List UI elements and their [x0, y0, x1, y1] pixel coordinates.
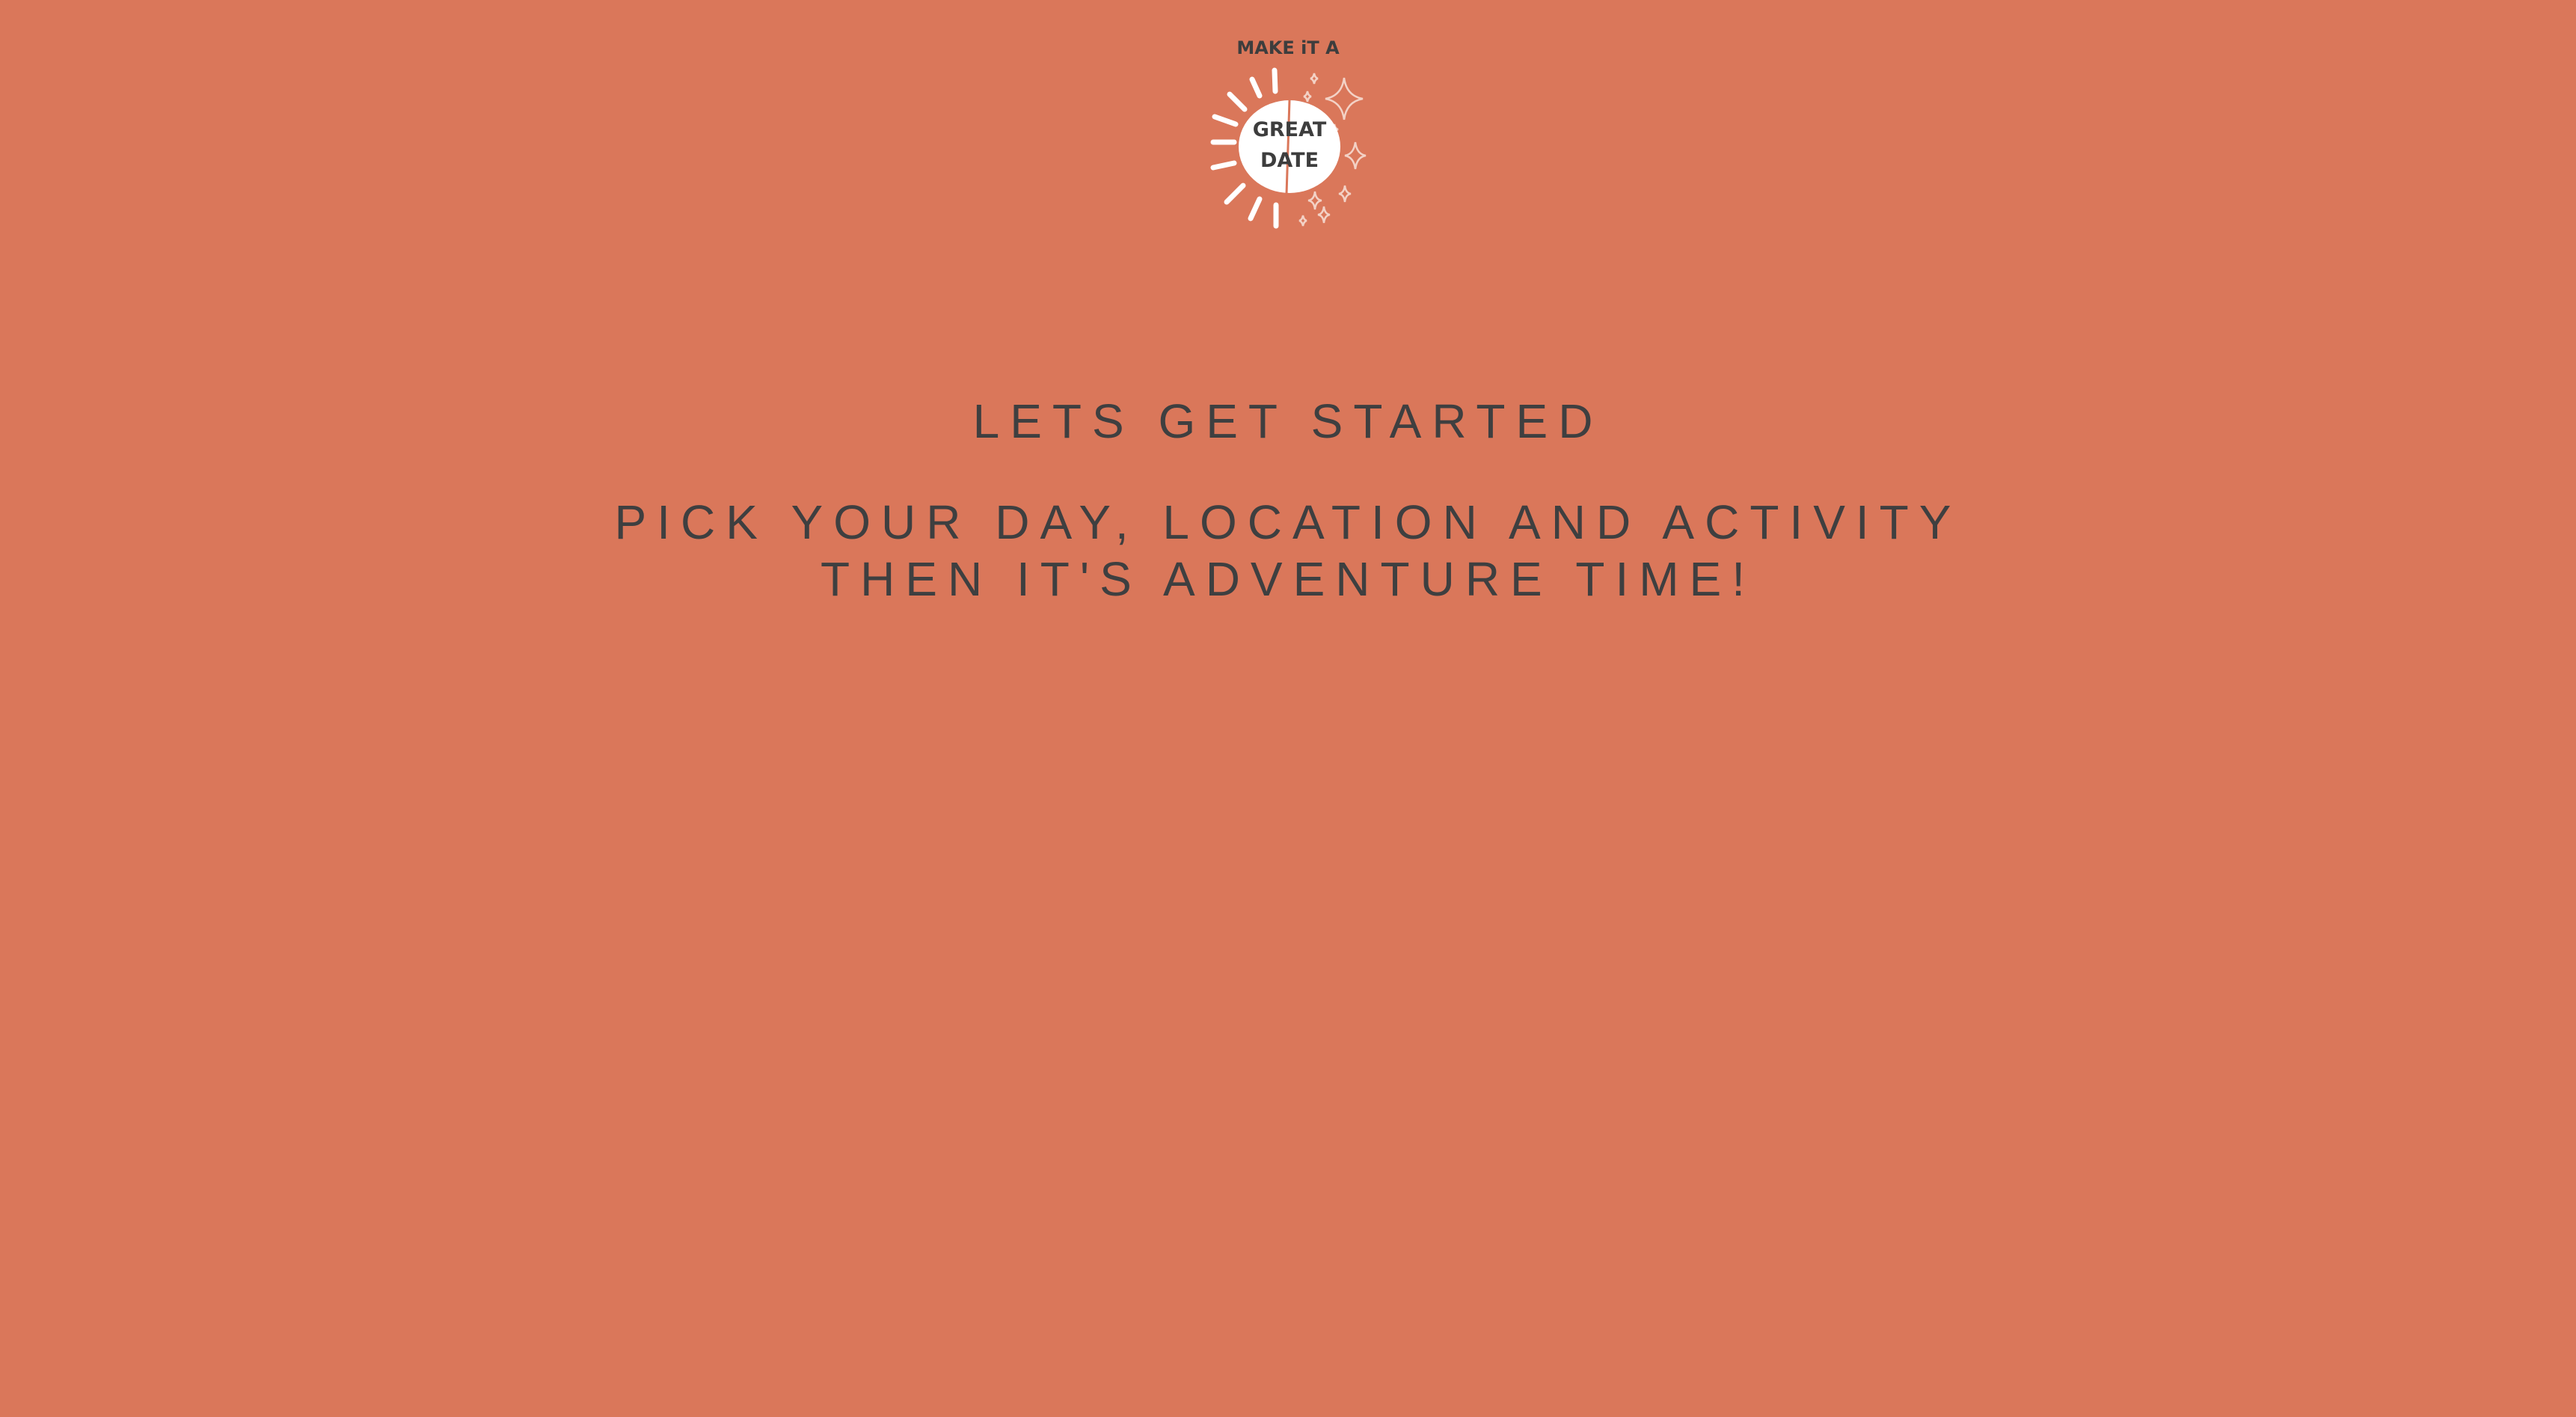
subtitle-line-2: THEN IT'S ADVENTURE TIME!: [820, 552, 1756, 606]
logo-top-text: MAKE iT A: [1236, 37, 1340, 58]
make-it-a-great-date-logo[interactable]: MAKE iT A GREAT DATE: [1191, 28, 1385, 245]
hero-section: LETS GET STARTED PICK YOUR DAY, LOCATION…: [0, 380, 2576, 607]
subtitle-line-1: PICK YOUR DAY, LOCATION AND ACTIVITY: [614, 495, 1962, 549]
logo-text-great: GREAT: [1253, 118, 1327, 141]
page-heading: LETS GET STARTED: [972, 394, 1604, 448]
hero-subtitle: PICK YOUR DAY, LOCATION AND ACTIVITY THE…: [0, 494, 2576, 607]
logo-text-date: DATE: [1260, 149, 1319, 172]
landing-page: MAKE iT A GREAT DATE LETS GET STARTED PI…: [0, 0, 2576, 1417]
sun-badge-icon: MAKE iT A GREAT DATE: [1210, 37, 1367, 229]
